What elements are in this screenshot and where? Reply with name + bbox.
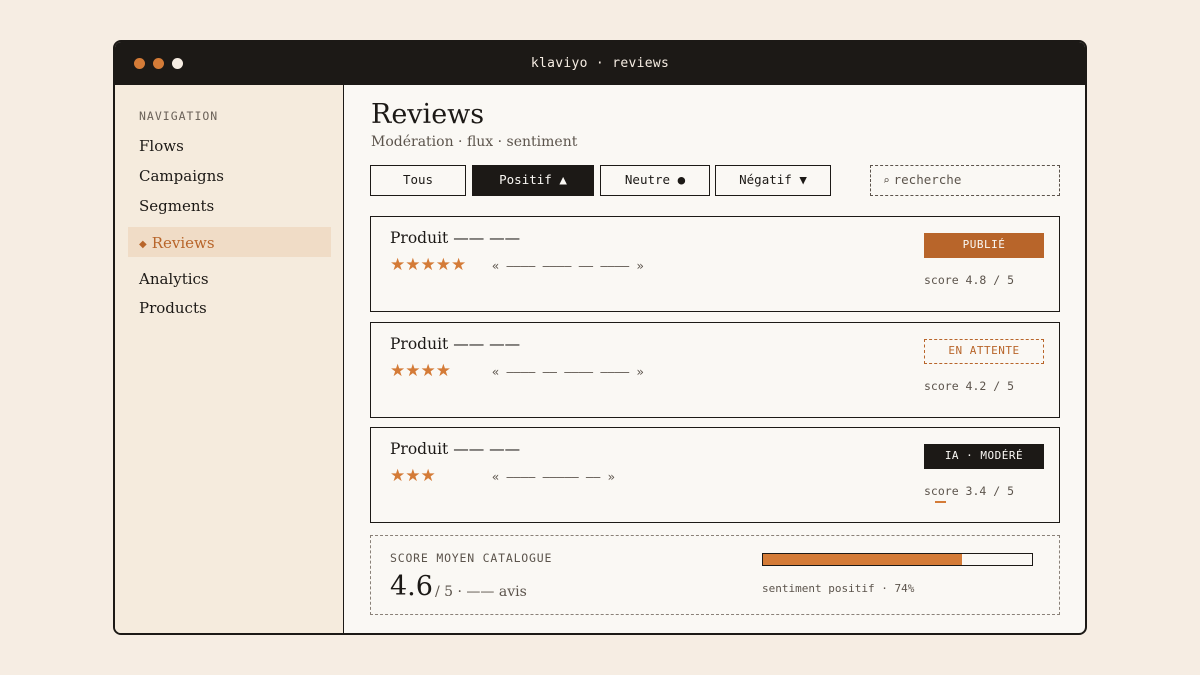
- review-score: score 4.8 / 5: [924, 273, 1015, 287]
- window-title: klaviyo · reviews: [530, 56, 670, 71]
- star-rating: ★★★★: [390, 361, 451, 381]
- filter-neutral-button[interactable]: Neutre ●: [600, 165, 710, 196]
- average-score-suffix: / 5 · —— avis: [435, 584, 527, 600]
- page-title: Reviews: [371, 99, 485, 130]
- review-quote: « ———— ———— —— ———— »: [492, 259, 644, 273]
- review-title: Produit —— ——: [390, 335, 521, 353]
- review-score: score 3.4 / 5: [924, 484, 1015, 498]
- sentiment-progress-fill: [763, 554, 963, 565]
- page-subtitle: Modération · flux · sentiment: [371, 134, 578, 150]
- main-content: Reviews Modération · flux · sentiment To…: [344, 85, 1085, 633]
- nav-heading: NAVIGATION: [139, 109, 219, 123]
- catalog-summary: SCORE MOYEN CATALOGUE 4.6 / 5 · —— avis …: [370, 535, 1060, 615]
- sidebar-item-campaigns[interactable]: Campaigns: [139, 167, 224, 185]
- summary-label: SCORE MOYEN CATALOGUE: [390, 551, 553, 565]
- star-rating: ★★★★★: [390, 255, 467, 275]
- sidebar-item-products[interactable]: Products: [139, 299, 207, 317]
- sidebar-item-segments[interactable]: Segments: [139, 197, 214, 215]
- title-bar: klaviyo · reviews: [115, 42, 1085, 85]
- sidebar-item-reviews[interactable]: ◆ Reviews: [128, 227, 331, 257]
- search-input[interactable]: ⌕ recherche: [870, 165, 1060, 196]
- review-title: Produit —— ——: [390, 229, 521, 247]
- status-badge: PUBLIÉ: [924, 233, 1044, 258]
- average-score: 4.6: [390, 571, 433, 602]
- filter-negative-button[interactable]: Négatif ▼: [715, 165, 831, 196]
- sidebar-item-analytics[interactable]: Analytics: [139, 270, 209, 288]
- review-card[interactable]: Produit —— —— ★★★★★ « ———— ———— —— ———— …: [370, 216, 1060, 312]
- sidebar-item-flows[interactable]: Flows: [139, 137, 184, 155]
- score-underline: [935, 501, 946, 503]
- sidebar: NAVIGATION Flows Campaigns Segments ◆ Rev…: [115, 85, 344, 633]
- sentiment-label: sentiment positif · 74%: [762, 582, 915, 595]
- app-window: klaviyo · reviews NAVIGATION Flows Campa…: [113, 40, 1087, 635]
- search-icon: ⌕: [883, 174, 890, 187]
- status-badge: EN ATTENTE: [924, 339, 1044, 364]
- filter-positive-button[interactable]: Positif ▲: [472, 165, 594, 196]
- review-quote: « ———— —— ———— ———— »: [492, 365, 644, 379]
- review-card[interactable]: Produit —— —— ★★★★ « ———— —— ———— ———— »…: [370, 322, 1060, 418]
- diamond-icon: ◆: [139, 239, 147, 250]
- review-card[interactable]: Produit —— —— ★★★ « ———— ————— —— » IA ·…: [370, 427, 1060, 523]
- review-title: Produit —— ——: [390, 440, 521, 458]
- filter-all-button[interactable]: Tous: [370, 165, 466, 196]
- star-rating: ★★★: [390, 466, 436, 486]
- sidebar-item-label: Reviews: [151, 234, 215, 252]
- sentiment-progress-bar: [762, 553, 1033, 566]
- review-quote: « ———— ————— —— »: [492, 470, 615, 484]
- search-placeholder: recherche: [893, 172, 962, 187]
- status-badge: IA · MODÉRÉ: [924, 444, 1044, 469]
- review-score: score 4.2 / 5: [924, 379, 1015, 393]
